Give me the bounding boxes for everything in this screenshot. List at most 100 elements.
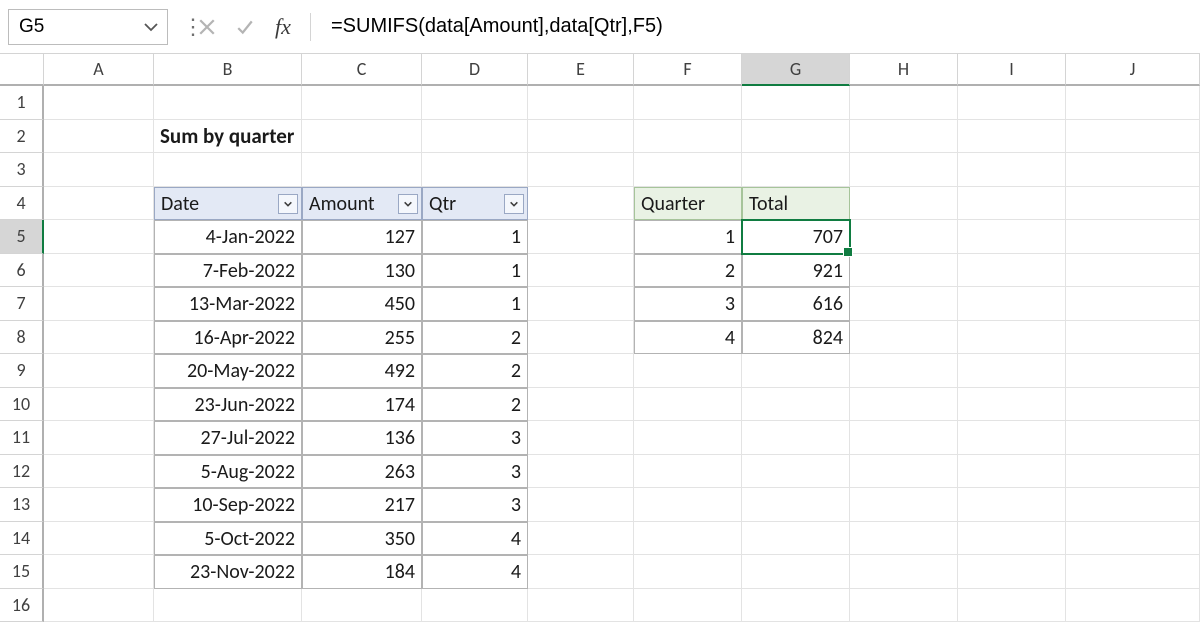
cell-E15[interactable]	[528, 555, 634, 589]
cell-H3[interactable]	[850, 153, 958, 187]
cell-D5[interactable]: 1	[422, 220, 528, 254]
cell-I2[interactable]	[958, 120, 1066, 154]
cell-G16[interactable]	[742, 589, 850, 623]
cell-I15[interactable]	[958, 555, 1066, 589]
cell-A3[interactable]	[44, 153, 154, 187]
column-header-A[interactable]: A	[44, 54, 154, 86]
cell-J13[interactable]	[1066, 488, 1200, 522]
cell-D1[interactable]	[422, 86, 528, 120]
cell-C9[interactable]: 492	[302, 354, 422, 388]
cell-B15[interactable]: 23-Nov-2022	[154, 555, 302, 589]
cell-A2[interactable]	[44, 120, 154, 154]
cell-F12[interactable]	[634, 455, 742, 489]
cell-H4[interactable]	[850, 187, 958, 221]
cell-G1[interactable]	[742, 86, 850, 120]
cell-J1[interactable]	[1066, 86, 1200, 120]
column-header-I[interactable]: I	[958, 54, 1066, 86]
cell-J5[interactable]	[1066, 220, 1200, 254]
cell-A4[interactable]	[44, 187, 154, 221]
cell-A15[interactable]	[44, 555, 154, 589]
column-header-G[interactable]: G	[742, 54, 850, 86]
cell-I5[interactable]	[958, 220, 1066, 254]
cell-F13[interactable]	[634, 488, 742, 522]
chevron-down-icon[interactable]	[143, 19, 159, 35]
cell-B11[interactable]: 27-Jul-2022	[154, 421, 302, 455]
cell-I10[interactable]	[958, 388, 1066, 422]
cell-D10[interactable]: 2	[422, 388, 528, 422]
cell-E5[interactable]	[528, 220, 634, 254]
cell-H14[interactable]	[850, 522, 958, 556]
cell-B1[interactable]	[154, 86, 302, 120]
row-header-7[interactable]: 7	[0, 287, 44, 321]
cell-I16[interactable]	[958, 589, 1066, 623]
row-header-4[interactable]: 4	[0, 187, 44, 221]
row-header-8[interactable]: 8	[0, 321, 44, 355]
cell-B7[interactable]: 13-Mar-2022	[154, 287, 302, 321]
cell-C6[interactable]: 130	[302, 254, 422, 288]
cell-C8[interactable]: 255	[302, 321, 422, 355]
cell-J4[interactable]	[1066, 187, 1200, 221]
cell-J11[interactable]	[1066, 421, 1200, 455]
cell-E16[interactable]	[528, 589, 634, 623]
row-header-13[interactable]: 13	[0, 488, 44, 522]
cell-B8[interactable]: 16-Apr-2022	[154, 321, 302, 355]
cell-G14[interactable]	[742, 522, 850, 556]
cell-C1[interactable]	[302, 86, 422, 120]
spreadsheet-grid[interactable]: A B C D E F G H I J 12Sum by quarter34Da…	[0, 54, 1200, 630]
cell-E14[interactable]	[528, 522, 634, 556]
row-header-2[interactable]: 2	[0, 120, 44, 154]
cell-G3[interactable]	[742, 153, 850, 187]
cell-E7[interactable]	[528, 287, 634, 321]
cell-E11[interactable]	[528, 421, 634, 455]
cell-D2[interactable]	[422, 120, 528, 154]
cell-C15[interactable]: 184	[302, 555, 422, 589]
cell-D11[interactable]: 3	[422, 421, 528, 455]
cell-J16[interactable]	[1066, 589, 1200, 623]
cell-I9[interactable]	[958, 354, 1066, 388]
cell-G13[interactable]	[742, 488, 850, 522]
row-header-10[interactable]: 10	[0, 388, 44, 422]
cell-C7[interactable]: 450	[302, 287, 422, 321]
cell-A12[interactable]	[44, 455, 154, 489]
cell-A1[interactable]	[44, 86, 154, 120]
cell-E10[interactable]	[528, 388, 634, 422]
cell-D9[interactable]: 2	[422, 354, 528, 388]
cell-F14[interactable]	[634, 522, 742, 556]
cell-F11[interactable]	[634, 421, 742, 455]
column-header-B[interactable]: B	[154, 54, 302, 86]
cell-G10[interactable]	[742, 388, 850, 422]
cell-C16[interactable]	[302, 589, 422, 623]
cell-J2[interactable]	[1066, 120, 1200, 154]
cell-G11[interactable]	[742, 421, 850, 455]
cell-B6[interactable]: 7-Feb-2022	[154, 254, 302, 288]
cell-G15[interactable]	[742, 555, 850, 589]
cell-F1[interactable]	[634, 86, 742, 120]
cell-I7[interactable]	[958, 287, 1066, 321]
cell-I3[interactable]	[958, 153, 1066, 187]
cell-H8[interactable]	[850, 321, 958, 355]
cell-C14[interactable]: 350	[302, 522, 422, 556]
cell-B2[interactable]: Sum by quarter	[154, 120, 302, 154]
cell-J15[interactable]	[1066, 555, 1200, 589]
cell-E3[interactable]	[528, 153, 634, 187]
cell-C11[interactable]: 136	[302, 421, 422, 455]
cell-B3[interactable]	[154, 153, 302, 187]
cell-E6[interactable]	[528, 254, 634, 288]
column-header-F[interactable]: F	[634, 54, 742, 86]
cell-B16[interactable]	[154, 589, 302, 623]
cell-F2[interactable]	[634, 120, 742, 154]
cell-A10[interactable]	[44, 388, 154, 422]
select-all-corner[interactable]	[0, 54, 44, 86]
filter-button[interactable]	[278, 194, 298, 214]
cell-E1[interactable]	[528, 86, 634, 120]
formula-input[interactable]	[329, 14, 1200, 39]
row-header-11[interactable]: 11	[0, 421, 44, 455]
cell-I6[interactable]	[958, 254, 1066, 288]
cell-H5[interactable]	[850, 220, 958, 254]
cell-A8[interactable]	[44, 321, 154, 355]
cell-F4[interactable]: Quarter	[634, 187, 742, 221]
cell-H15[interactable]	[850, 555, 958, 589]
cell-A11[interactable]	[44, 421, 154, 455]
cell-C5[interactable]: 127	[302, 220, 422, 254]
cell-G2[interactable]	[742, 120, 850, 154]
